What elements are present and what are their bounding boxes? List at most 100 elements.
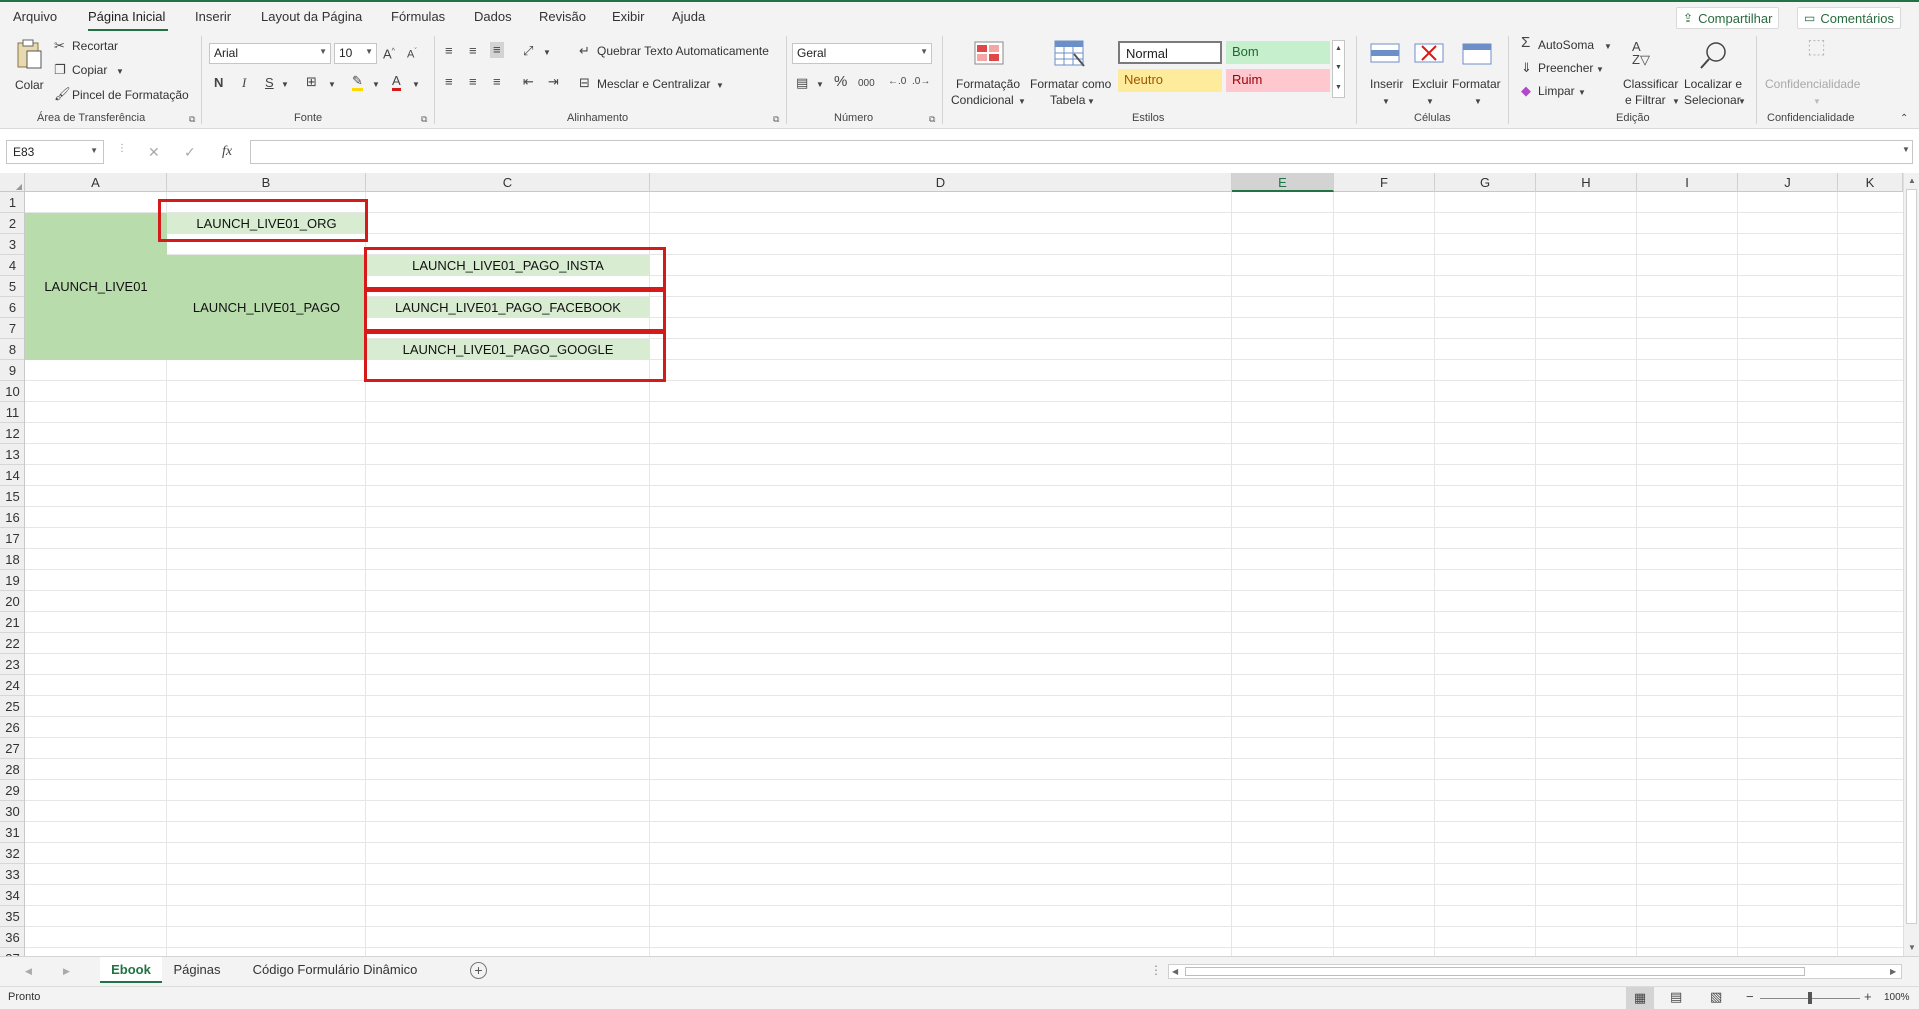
add-sheet-icon[interactable]: + <box>470 962 487 979</box>
percent-button[interactable]: % <box>834 74 847 89</box>
align-bottom-icon[interactable]: ≡ <box>490 42 504 58</box>
paste-button[interactable]: Colar <box>10 38 48 100</box>
col-header-d[interactable]: D <box>650 173 1232 192</box>
insert-cells-button[interactable]: Inserir ▼ <box>1364 38 1408 108</box>
col-header-j[interactable]: J <box>1738 173 1838 192</box>
clear-dropdown-icon[interactable]: ▼ <box>1578 86 1586 100</box>
align-top-icon[interactable]: ≡ <box>445 44 453 58</box>
row-header-7[interactable]: 7 <box>0 318 24 339</box>
fill-button[interactable]: Preencher <box>1538 61 1593 75</box>
sort-filter-button[interactable]: A Z▽ Classificar e Filtrar ▼ <box>1620 38 1682 108</box>
zoom-out-icon[interactable]: − <box>1746 989 1754 1004</box>
row-header-13[interactable]: 13 <box>0 444 24 465</box>
scroll-right-icon[interactable]: ▶ <box>1890 967 1896 976</box>
sheet-tab-codigo[interactable]: Código Formulário Dinâmico <box>240 957 430 983</box>
row-header-27[interactable]: 27 <box>0 738 24 759</box>
fill-dropdown-icon[interactable]: ▼ <box>372 78 380 92</box>
tab-ajuda[interactable]: Ajuda <box>672 9 705 24</box>
tab-exibir[interactable]: Exibir <box>612 9 645 24</box>
prev-sheet-icon[interactable]: ◀ <box>25 966 32 977</box>
expand-formula-icon[interactable]: ▼ <box>1902 145 1910 154</box>
orientation-dropdown-icon[interactable]: ▼ <box>543 46 551 60</box>
accounting-format-icon[interactable]: ▤ <box>796 76 808 90</box>
col-header-g[interactable]: G <box>1435 173 1536 192</box>
clear-button[interactable]: Limpar <box>1538 84 1575 98</box>
underline-button[interactable]: S <box>265 76 274 90</box>
page-break-view-icon[interactable]: ▧ <box>1710 989 1722 1005</box>
clipboard-launcher-icon[interactable]: ⧉ <box>189 114 195 125</box>
row-header-4[interactable]: 4 <box>0 255 24 276</box>
copy-button[interactable]: Copiar <box>72 63 107 77</box>
row-header-3[interactable]: 3 <box>0 234 24 255</box>
select-all-corner[interactable]: ◢ <box>0 173 25 192</box>
tab-revisao[interactable]: Revisão <box>539 9 586 24</box>
row-header-28[interactable]: 28 <box>0 759 24 780</box>
row-header-6[interactable]: 6 <box>0 297 24 318</box>
increase-decimal-icon[interactable]: ←.0 <box>888 75 906 89</box>
row-header-20[interactable]: 20 <box>0 591 24 612</box>
page-layout-view-icon[interactable]: ▤ <box>1670 989 1682 1005</box>
row-header-12[interactable]: 12 <box>0 423 24 444</box>
autosum-button[interactable]: AutoSoma <box>1538 38 1594 52</box>
tab-pagina-inicial[interactable]: Página Inicial <box>88 9 165 24</box>
next-sheet-icon[interactable]: ▶ <box>63 966 70 977</box>
horizontal-scroll-thumb[interactable] <box>1185 967 1805 976</box>
tab-inserir[interactable]: Inserir <box>195 9 231 24</box>
style-bad[interactable]: Ruim <box>1226 69 1330 92</box>
decrease-font-icon[interactable]: Aˇ <box>407 45 417 62</box>
tab-arquivo[interactable]: Arquivo <box>13 9 57 24</box>
font-size-select[interactable]: 10 ▼ <box>334 43 377 64</box>
row-header-16[interactable]: 16 <box>0 507 24 528</box>
scroll-left-icon[interactable]: ◀ <box>1172 967 1178 976</box>
decrease-decimal-icon[interactable]: .0→ <box>912 75 930 89</box>
name-box[interactable]: E83 ▼ <box>6 140 104 164</box>
delete-cells-button[interactable]: Excluir ▼ <box>1408 38 1452 108</box>
format-as-table-button[interactable]: Formatar como Tabela ▼ <box>1028 38 1118 108</box>
cell-a2-merged[interactable]: LAUNCH_LIVE01 <box>25 213 167 360</box>
number-format-select[interactable]: Geral ▼ <box>792 43 932 64</box>
col-header-c[interactable]: C <box>366 173 650 192</box>
font-color-dropdown-icon[interactable]: ▼ <box>412 78 420 92</box>
col-header-k[interactable]: K <box>1838 173 1903 192</box>
col-header-e[interactable]: E <box>1232 173 1334 192</box>
tab-formulas[interactable]: Fórmulas <box>391 9 445 24</box>
font-launcher-icon[interactable]: ⧉ <box>421 114 427 125</box>
row-header-1[interactable]: 1 <box>0 192 24 213</box>
formula-input[interactable] <box>250 140 1913 164</box>
format-cells-button[interactable]: Formatar ▼ <box>1452 38 1502 108</box>
sheet-tab-paginas[interactable]: Páginas <box>166 957 228 983</box>
row-header-5[interactable]: 5 <box>0 276 24 297</box>
row-header-29[interactable]: 29 <box>0 780 24 801</box>
comments-button[interactable]: ▭ Comentários <box>1797 7 1902 29</box>
number-launcher-icon[interactable]: ⧉ <box>929 114 935 125</box>
align-center-icon[interactable]: ≡ <box>469 75 477 89</box>
row-header-36[interactable]: 36 <box>0 927 24 948</box>
row-header-31[interactable]: 31 <box>0 822 24 843</box>
sheet-tab-ebook[interactable]: Ebook <box>100 957 162 983</box>
align-right-icon[interactable]: ≡ <box>493 75 501 89</box>
row-header-26[interactable]: 26 <box>0 717 24 738</box>
copy-dropdown-icon[interactable]: ▼ <box>116 65 124 79</box>
accounting-dropdown-icon[interactable]: ▼ <box>816 78 824 92</box>
col-header-h[interactable]: H <box>1536 173 1637 192</box>
fill-color-icon[interactable]: ✎ <box>352 74 363 91</box>
zoom-in-icon[interactable]: + <box>1864 989 1872 1004</box>
decrease-indent-icon[interactable]: ⇤ <box>523 75 534 89</box>
row-header-23[interactable]: 23 <box>0 654 24 675</box>
wrap-text-button[interactable]: Quebrar Texto Automaticamente <box>597 44 769 58</box>
underline-dropdown-icon[interactable]: ▼ <box>281 78 289 92</box>
bold-button[interactable]: N <box>214 76 223 90</box>
row-header-37[interactable]: 37 <box>0 948 24 956</box>
autosum-dropdown-icon[interactable]: ▼ <box>1604 40 1612 54</box>
font-name-select[interactable]: Arial ▼ <box>209 43 331 64</box>
style-normal[interactable]: Normal <box>1118 41 1222 64</box>
tab-dados[interactable]: Dados <box>474 9 512 24</box>
increase-indent-icon[interactable]: ⇥ <box>548 75 559 89</box>
share-button[interactable]: ⇪ Compartilhar <box>1676 7 1780 29</box>
thousands-button[interactable]: 000 <box>858 77 875 91</box>
row-header-2[interactable]: 2 <box>0 213 24 234</box>
row-header-8[interactable]: 8 <box>0 339 24 360</box>
row-header-35[interactable]: 35 <box>0 906 24 927</box>
row-header-9[interactable]: 9 <box>0 360 24 381</box>
row-header-22[interactable]: 22 <box>0 633 24 654</box>
